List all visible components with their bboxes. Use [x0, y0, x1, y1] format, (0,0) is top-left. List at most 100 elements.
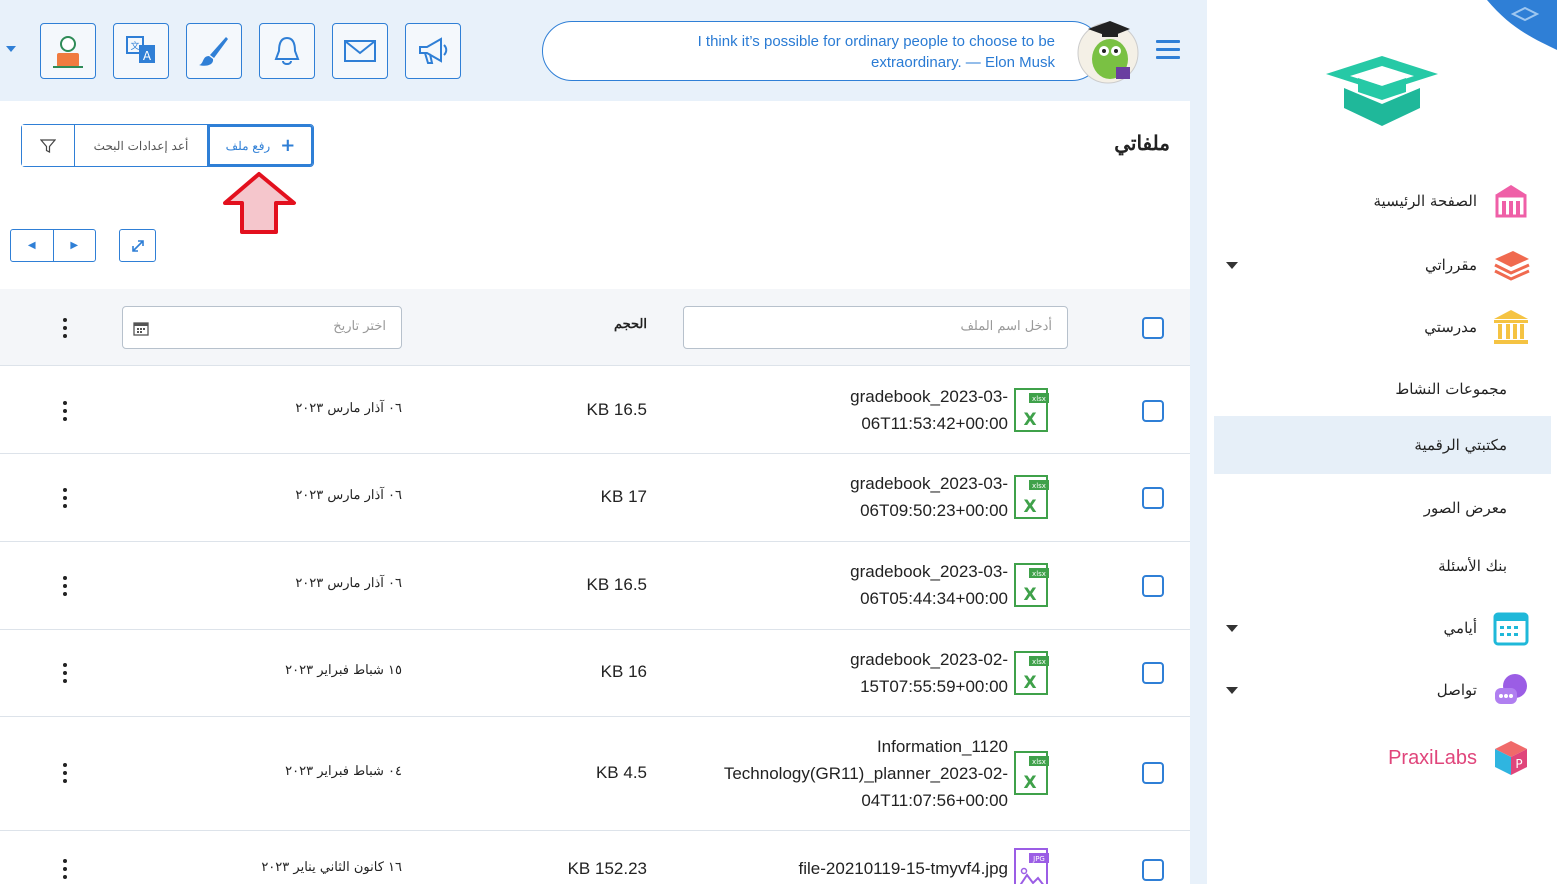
row-more-options-icon[interactable] — [62, 488, 68, 508]
row-checkbox[interactable] — [1142, 859, 1164, 881]
brush-icon — [199, 37, 228, 66]
file-name[interactable]: gradebook_2023-03- 06T05:44:34+00:00 — [850, 558, 1008, 612]
books-stack-icon — [1491, 245, 1531, 285]
svg-text:JPG: JPG — [1032, 855, 1045, 863]
reset-search-button[interactable]: أعد إعدادات البحث — [75, 125, 208, 166]
mascot-icon — [1077, 21, 1139, 84]
announcements-button[interactable] — [405, 23, 461, 79]
sidebar-item-home[interactable]: الصفحة الرئيسية — [1214, 172, 1551, 230]
plus-icon: + — [280, 135, 296, 156]
language-button[interactable]: A 文 — [113, 23, 169, 79]
chevron-down-icon[interactable] — [1226, 262, 1238, 269]
row-checkbox[interactable] — [1142, 400, 1164, 422]
svg-text:X: X — [1023, 585, 1036, 605]
previous-page-button[interactable]: ◀ — [11, 230, 54, 261]
praxilabs-cube-icon: P — [1491, 738, 1531, 778]
chevron-down-icon[interactable] — [1226, 687, 1238, 694]
row-more-options-icon[interactable] — [62, 663, 68, 683]
translate-icon: A 文 — [126, 36, 155, 63]
sidebar-item-my-days[interactable]: أيامي — [1214, 599, 1551, 657]
sidebar-item-label: مقرراتي — [1425, 256, 1477, 274]
file-size: 16 KB — [600, 662, 647, 681]
messages-button[interactable] — [332, 23, 388, 79]
quote-box: I think it’s possible for ordinary peopl… — [542, 21, 1102, 81]
table-row: xlsx X gradebook_2023-03- 06T11:53:42+00:0… — [0, 367, 1190, 454]
chat-icon — [1491, 670, 1531, 710]
header-more-options-icon[interactable] — [62, 318, 68, 338]
up-arrow-annotation-icon — [223, 172, 296, 234]
sidebar-item-communication[interactable]: تواصل — [1214, 661, 1551, 719]
row-checkbox[interactable] — [1142, 487, 1164, 509]
select-all-checkbox[interactable] — [1142, 317, 1164, 339]
image-file-icon: JPG — [1014, 848, 1049, 884]
chevron-down-icon[interactable] — [1226, 625, 1238, 632]
file-name[interactable]: gradebook_2023-03- 06T09:50:23+00:00 — [850, 470, 1008, 524]
file-size: 16.5 KB — [586, 575, 647, 594]
row-checkbox[interactable] — [1142, 762, 1164, 784]
file-size: 152.23 KB — [567, 859, 647, 878]
sidebar-item-my-school[interactable]: مدرستي — [1214, 298, 1551, 356]
pagination-control: ◀ ▶ — [10, 229, 96, 262]
size-column-header: الحجم — [613, 317, 647, 332]
file-name[interactable]: gradebook_2023-02- 15T07:55:59+00:00 — [850, 646, 1008, 700]
date-filter-input[interactable]: اختر تاريخ — [122, 306, 402, 349]
sidebar-item-label: معرض الصور — [1423, 499, 1507, 517]
page-title: ملفاتي — [1114, 131, 1170, 155]
table-row: xlsx X Information_1120 Technology(GR11)_p… — [0, 717, 1190, 831]
date-placeholder: اختر تاريخ — [333, 319, 386, 334]
row-checkbox[interactable] — [1142, 575, 1164, 597]
file-name[interactable]: Information_1120 Technology(GR11)_planner… — [724, 733, 1008, 814]
svg-text:P: P — [1515, 757, 1522, 771]
sidebar-item-praxilabs[interactable]: PraxiLabs P — [1214, 729, 1551, 787]
profile-button[interactable] — [40, 23, 96, 79]
row-more-options-icon[interactable] — [62, 763, 68, 783]
profile-icon — [53, 36, 83, 68]
sidebar-item-photo-gallery[interactable]: معرض الصور — [1214, 479, 1551, 537]
expand-icon — [131, 239, 144, 252]
menu-toggle-icon[interactable] — [1156, 40, 1180, 60]
corner-logo-icon — [1487, 0, 1557, 50]
chevron-down-icon[interactable] — [6, 46, 16, 52]
svg-text:文: 文 — [130, 40, 139, 52]
sidebar-item-label: الصفحة الرئيسية — [1373, 192, 1478, 210]
file-date: ٠٦ آذار مارس ٢٠٢٣ — [295, 401, 402, 416]
file-name-filter-input[interactable]: أدخل اسم الملف — [683, 306, 1068, 349]
file-date: ٠٦ آذار مارس ٢٠٢٣ — [295, 488, 402, 503]
file-name[interactable]: file-20210119-15-tmyvf4.jpg — [799, 855, 1008, 882]
mail-icon — [344, 40, 376, 62]
file-name[interactable]: gradebook_2023-03- 06T11:53:42+00:00 — [850, 383, 1008, 437]
calendar-icon — [133, 322, 149, 336]
sidebar-item-question-bank[interactable]: بنك الأسئلة — [1214, 537, 1551, 595]
svg-text:A: A — [143, 49, 152, 63]
quote-text: I think it’s possible for ordinary peopl… — [697, 33, 1055, 71]
row-more-options-icon[interactable] — [62, 859, 68, 879]
file-size: 16.5 KB — [586, 400, 647, 419]
excel-file-icon: xlsx X — [1014, 751, 1049, 795]
fullscreen-button[interactable] — [119, 229, 156, 262]
table-row: xlsx X gradebook_2023-03- 06T05:44:34+00:0… — [0, 542, 1190, 630]
file-size: 17 KB — [600, 487, 647, 506]
theme-button[interactable] — [186, 23, 242, 79]
svg-text:xlsx: xlsx — [1032, 482, 1046, 490]
megaphone-icon — [419, 37, 448, 64]
excel-file-icon: xlsx X — [1014, 388, 1049, 432]
sidebar-item-courses[interactable]: مقرراتي — [1214, 236, 1551, 294]
row-more-options-icon[interactable] — [62, 576, 68, 596]
svg-text:xlsx: xlsx — [1032, 570, 1046, 578]
svg-text:xlsx: xlsx — [1032, 758, 1046, 766]
top-bar: A 文 I think it’s possible for ordinary p… — [0, 0, 1207, 100]
sidebar-item-activity-groups[interactable]: مجموعات النشاط — [1214, 360, 1551, 418]
row-checkbox[interactable] — [1142, 662, 1164, 684]
notifications-button[interactable] — [259, 23, 315, 79]
upload-file-button[interactable]: رفع ملف + — [208, 125, 313, 166]
table-row: xlsx X gradebook_2023-03- 06T09:50:23+00:0… — [0, 454, 1190, 542]
sidebar-item-digital-library[interactable]: مكتبتي الرقمية — [1214, 416, 1551, 474]
next-page-button[interactable]: ▶ — [54, 230, 96, 261]
svg-text:xlsx: xlsx — [1032, 395, 1046, 403]
file-date: ١٥ شباط فبراير ٢٠٢٣ — [285, 663, 402, 678]
row-more-options-icon[interactable] — [62, 401, 68, 421]
svg-text:xlsx: xlsx — [1032, 658, 1046, 666]
filter-button[interactable] — [22, 125, 75, 166]
app-logo-icon — [1326, 56, 1438, 126]
sidebar: الصفحة الرئيسية مقرراتي مدرستي مجموعات ا… — [1207, 0, 1557, 884]
